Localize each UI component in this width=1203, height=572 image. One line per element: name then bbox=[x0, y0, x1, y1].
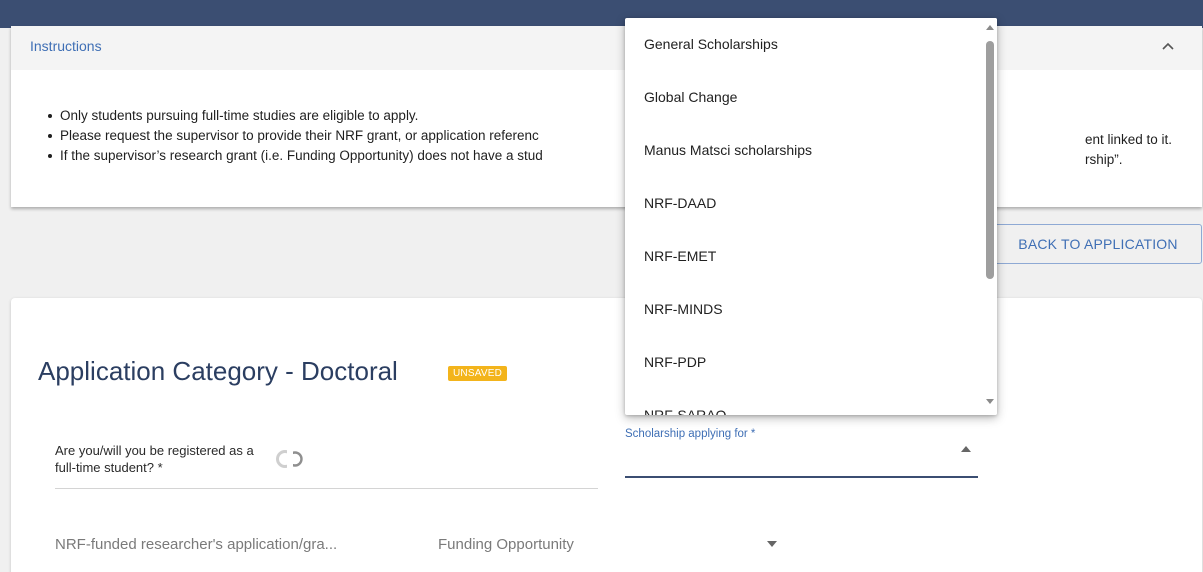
scroll-up-arrow-icon[interactable] bbox=[986, 25, 994, 30]
chevron-up-icon[interactable] bbox=[1160, 40, 1176, 52]
caret-up-icon[interactable] bbox=[961, 446, 971, 452]
instructions-list: Only students pursuing full-time studies… bbox=[48, 106, 543, 166]
instruction-item-tail: rship”. bbox=[1085, 152, 1123, 167]
back-to-application-button[interactable]: BACK TO APPLICATION bbox=[994, 224, 1202, 264]
page-title: Application Category - Doctoral bbox=[38, 356, 398, 386]
dropdown-option[interactable]: NRF-EMET bbox=[625, 230, 983, 283]
instruction-item-tail: ent linked to it. bbox=[1085, 132, 1173, 147]
dropdown-option[interactable]: NRF-PDP bbox=[625, 336, 983, 389]
caret-down-icon[interactable] bbox=[767, 541, 777, 547]
researcher-application-field[interactable]: NRF-funded researcher's application/gra.… bbox=[55, 536, 337, 553]
instruction-item: Only students pursuing full-time studies… bbox=[48, 106, 543, 126]
instructions-title: Instructions bbox=[30, 38, 102, 54]
scholarship-select-label: Scholarship applying for * bbox=[625, 428, 756, 440]
dropdown-option[interactable]: NRF-MINDS bbox=[625, 283, 983, 336]
scholarship-select-input[interactable] bbox=[625, 476, 978, 478]
scholarship-options-list: General Scholarships Global Change Manus… bbox=[625, 18, 983, 415]
scrollbar-thumb[interactable] bbox=[986, 41, 994, 279]
scroll-down-arrow-icon[interactable] bbox=[986, 399, 994, 404]
dropdown-option[interactable]: NRF-SARAO bbox=[625, 389, 983, 415]
instructions-header[interactable]: Instructions bbox=[11, 26, 1202, 70]
dropdown-option[interactable]: Manus Matsci scholarships bbox=[625, 124, 983, 177]
status-badge: UNSAVED bbox=[448, 366, 508, 381]
top-navigation-bar bbox=[0, 0, 1203, 28]
funding-opportunity-select[interactable]: Funding Opportunity bbox=[438, 536, 574, 553]
application-card: Application Category - Doctoral UNSAVED … bbox=[11, 298, 1202, 572]
instruction-item: If the supervisor’s research grant (i.e.… bbox=[48, 146, 543, 166]
fulltime-question-label: Are you/will you be registered as a full… bbox=[55, 443, 254, 475]
instruction-item: Please request the supervisor to provide… bbox=[48, 126, 543, 146]
dropdown-option[interactable]: NRF-DAAD bbox=[625, 177, 983, 230]
fulltime-toggle[interactable] bbox=[276, 450, 304, 468]
dropdown-option[interactable]: General Scholarships bbox=[625, 18, 983, 71]
scrollbar[interactable] bbox=[983, 18, 997, 415]
dropdown-option[interactable]: Global Change bbox=[625, 71, 983, 124]
instructions-panel: Instructions Only students pursuing full… bbox=[11, 26, 1202, 207]
scholarship-dropdown-menu[interactable]: General Scholarships Global Change Manus… bbox=[625, 18, 997, 415]
divider bbox=[55, 488, 598, 489]
